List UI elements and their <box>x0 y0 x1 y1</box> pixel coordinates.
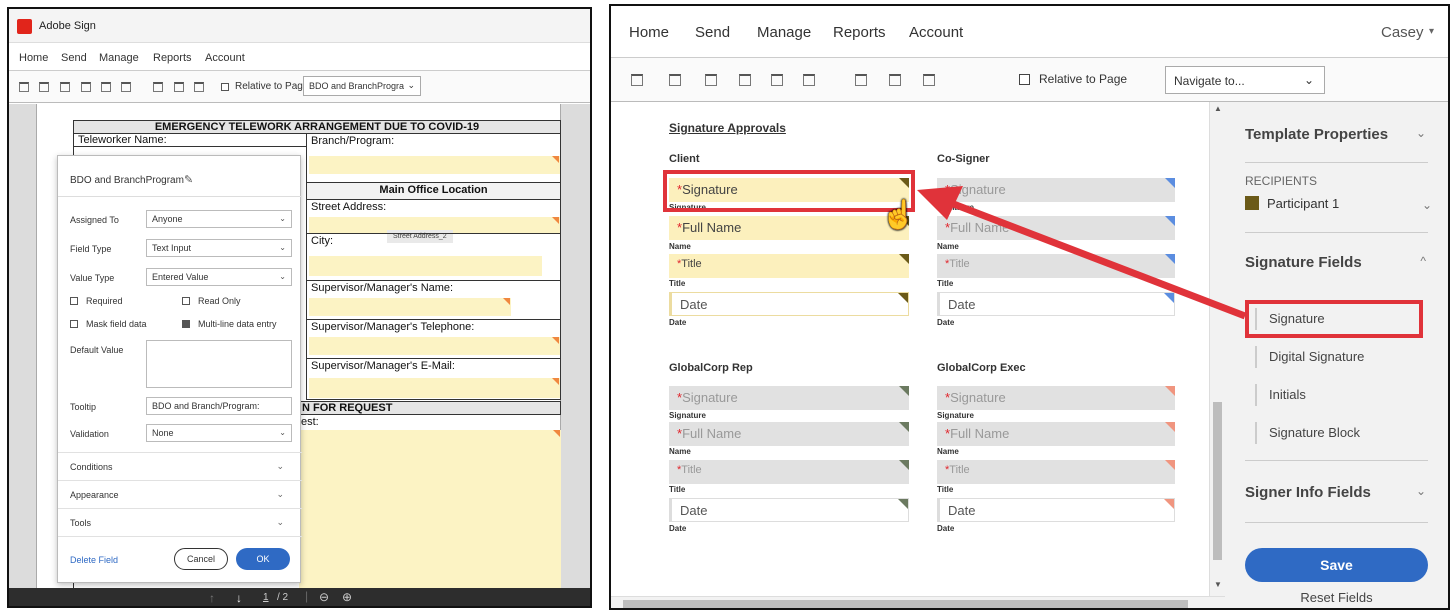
align-right-icon[interactable] <box>121 82 131 92</box>
distribute-horizontal-icon[interactable] <box>174 82 184 92</box>
branch-field[interactable] <box>309 156 560 174</box>
chevron-down-icon: ⌄ <box>279 428 286 437</box>
field-type-value: Text Input <box>152 243 192 253</box>
multiline-checkbox[interactable] <box>182 320 190 328</box>
menu-send[interactable]: Send <box>61 52 87 64</box>
arrow-down-icon[interactable]: ↓ <box>236 591 242 605</box>
value-type-select[interactable]: Entered Value ⌄ <box>146 268 292 286</box>
divider <box>58 536 302 537</box>
match-size-icon[interactable] <box>194 82 204 92</box>
appearance-label: Appearance <box>70 490 119 500</box>
align-middle-icon[interactable] <box>39 82 49 92</box>
tooltip-input[interactable]: BDO and Branch/Program: <box>146 397 292 415</box>
tooltip-label: Tooltip <box>70 402 97 412</box>
read-only-label: Read Only <box>198 296 241 306</box>
assigned-to-value: Anyone <box>152 214 183 224</box>
field-marker <box>552 156 559 163</box>
reason-field[interactable] <box>299 430 561 588</box>
reason-label: est: <box>301 416 319 428</box>
value-type-label: Value Type <box>70 273 115 283</box>
menu-account[interactable]: Account <box>205 52 245 64</box>
supervisor-name-field[interactable] <box>309 298 511 316</box>
city-field[interactable] <box>309 256 542 276</box>
page-total: / 2 <box>277 592 289 603</box>
relative-to-page-checkbox[interactable] <box>221 83 229 91</box>
validation-value: None <box>152 428 174 438</box>
field-name[interactable]: BDO and BranchProgram <box>70 175 184 186</box>
field-marker <box>553 430 560 437</box>
distribute-vertical-icon[interactable] <box>153 82 163 92</box>
assigned-to-select[interactable]: Anyone ⌄ <box>146 210 292 228</box>
supervisor-email-field[interactable] <box>309 378 560 398</box>
align-toolbar: Relative to Page BDO and BranchProgra ⌄ <box>9 71 590 103</box>
separator: | <box>305 589 309 603</box>
required-label: Required <box>86 296 123 306</box>
page-number[interactable]: 1 <box>263 592 269 603</box>
relative-to-page-label: Relative to Page <box>235 81 309 92</box>
zoom-in-icon[interactable]: ⊕ <box>342 590 352 604</box>
conditions-label: Conditions <box>70 462 113 472</box>
navigate-select[interactable]: BDO and BranchProgra ⌄ <box>303 76 421 96</box>
tools-label: Tools <box>70 518 92 528</box>
field-type-label: Field Type <box>70 244 112 254</box>
multiline-label: Multi-line data entry <box>198 319 277 329</box>
delete-field-link[interactable]: Delete Field <box>70 555 118 565</box>
supervisor-phone-field[interactable] <box>309 337 560 355</box>
arrow-line <box>949 199 1247 320</box>
align-center-icon[interactable] <box>101 82 111 92</box>
tooltip-value: BDO and Branch/Program: <box>152 401 260 411</box>
title-bar: Adobe Sign <box>9 9 590 43</box>
validation-select[interactable]: None ⌄ <box>146 424 292 442</box>
chevron-down-icon: ⌄ <box>279 243 286 252</box>
field-marker <box>552 378 559 385</box>
validation-label: Validation <box>70 429 109 439</box>
appearance-section[interactable]: Appearance ⌄ <box>58 480 302 508</box>
top-menu: Home Send Manage Reports Account <box>9 43 590 71</box>
menu-reports[interactable]: Reports <box>153 52 192 64</box>
arrow-up-icon[interactable]: ↑ <box>209 591 215 605</box>
chevron-down-icon: ⌄ <box>279 214 286 223</box>
right-window: Home Send Manage Reports Account Casey ▾… <box>609 4 1450 610</box>
chevron-down-icon: ⌄ <box>279 272 286 281</box>
required-checkbox[interactable] <box>70 297 78 305</box>
field-marker <box>552 337 559 344</box>
read-only-checkbox[interactable] <box>182 297 190 305</box>
chevron-down-icon: ⌄ <box>276 517 284 527</box>
chevron-down-icon: ⌄ <box>407 80 415 90</box>
pencil-icon[interactable]: ✎ <box>184 173 193 186</box>
zoom-out-icon[interactable]: ⊖ <box>319 590 329 604</box>
field-properties-panel: BDO and BranchProgram ✎ Assigned To Anyo… <box>57 155 302 583</box>
mask-label: Mask field data <box>86 319 147 329</box>
tools-section[interactable]: Tools ⌄ <box>58 508 302 536</box>
pager-bar: ↑ ↓ 1 / 2 | ⊖ ⊕ <box>9 588 590 606</box>
chevron-down-icon: ⌄ <box>276 489 284 499</box>
ok-button[interactable]: OK <box>236 548 290 570</box>
adobe-logo-icon <box>17 19 32 34</box>
field-marker <box>503 298 510 305</box>
main-office-label: Main Office Location <box>306 182 561 200</box>
align-left-icon[interactable] <box>81 82 91 92</box>
navigate-value: BDO and BranchProgra <box>309 81 405 91</box>
value-type-value: Entered Value <box>152 272 209 282</box>
chevron-down-icon: ⌄ <box>276 461 284 471</box>
app-title: Adobe Sign <box>39 20 96 32</box>
field-marker <box>552 217 559 224</box>
assigned-to-label: Assigned To <box>70 215 119 225</box>
teleworker-label: Teleworker Name: <box>73 133 307 147</box>
align-bottom-icon[interactable] <box>60 82 70 92</box>
reason-heading: N FOR REQUEST <box>299 401 561 415</box>
align-top-icon[interactable] <box>19 82 29 92</box>
divider <box>58 196 302 197</box>
mask-checkbox[interactable] <box>70 320 78 328</box>
default-value-label: Default Value <box>70 345 124 355</box>
conditions-section[interactable]: Conditions ⌄ <box>58 452 302 480</box>
left-window: Adobe Sign Home Send Manage Reports Acco… <box>7 7 592 608</box>
callout-arrow <box>917 186 1247 320</box>
menu-home[interactable]: Home <box>19 52 48 64</box>
cancel-button[interactable]: Cancel <box>174 548 228 570</box>
field-type-select[interactable]: Text Input ⌄ <box>146 239 292 257</box>
default-value-input[interactable] <box>146 340 292 388</box>
form-heading: EMERGENCY TELEWORK ARRANGEMENT DUE TO CO… <box>73 120 561 134</box>
menu-manage[interactable]: Manage <box>99 52 139 64</box>
